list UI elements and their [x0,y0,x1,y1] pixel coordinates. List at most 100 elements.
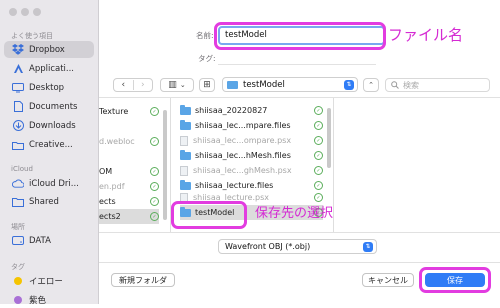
sidebar-item-data-drive[interactable]: DATA [4,232,94,249]
sidebar-item-label: Applicati... [29,63,75,74]
document-icon [180,135,188,146]
item-name: ects [99,197,116,206]
forward-button[interactable]: › [134,80,153,90]
sidebar-item-dropbox[interactable]: Dropbox [4,41,94,58]
sync-check-icon: ✓ [150,167,159,176]
folder-icon [180,104,191,115]
sync-check-icon: ✓ [150,182,159,191]
footer-divider [99,262,500,263]
desktop-icon [12,82,24,94]
sidebar-item-label: イエロー [29,276,63,287]
document-icon [12,101,24,113]
group-button[interactable]: ⊞ [199,78,215,92]
sync-check-icon: ✓ [150,212,159,221]
sidebar-section-favorites: よく使う項目 [11,32,53,40]
sidebar-item-label: Downloads [29,120,76,131]
new-folder-button[interactable]: 新規フォルダ [111,273,175,287]
sidebar-item-creative-cloud[interactable]: Creative... [4,136,94,153]
sidebar-item-applications[interactable]: Applicati... [4,60,94,77]
column-1-scrollbar[interactable] [163,110,167,220]
column-1: Texture ✓ d.webloc ✓ OM ✓ en.pdf ✓ ects ✓ ect… [99,104,159,224]
list-item[interactable]: OM ✓ [99,164,159,179]
list-item[interactable]: shiisaa_lec...mpare.files ✓ [180,118,323,133]
list-item[interactable]: shiisaa_lecture.files ✓ [180,178,323,193]
search-field[interactable]: 検索 [385,78,490,92]
close-window-button[interactable] [9,8,17,16]
sync-check-icon: ✓ [314,106,323,115]
updown-chevron-icon: ⇅ [363,241,373,252]
list-item[interactable]: en.pdf ✓ [99,179,159,194]
shared-folder-icon [12,196,24,208]
sidebar-item-tag-yellow[interactable]: イエロー [4,272,94,289]
sidebar-item-shared[interactable]: Shared [4,193,94,210]
updown-chevron-icon: ⇅ [344,79,354,90]
back-forward-buttons: ‹ › [113,78,153,92]
item-name: d.webloc [99,137,135,146]
save-as-label: 名前: [196,31,214,40]
list-item[interactable]: d.webloc ✓ [99,134,159,149]
format-label: Wavefront OBJ (*.obj) [225,242,311,251]
list-item[interactable]: shiisaa_20220827 ✓ [180,103,323,118]
back-button[interactable]: ‹ [114,80,134,90]
item-name: shiisaa_lec...ompare.psx [193,136,292,145]
tags-input[interactable] [218,51,376,65]
sidebar-item-desktop[interactable]: Desktop [4,79,94,96]
column-2-scrollbar[interactable] [327,108,331,168]
sidebar: よく使う項目 Dropbox Applicati... Desktop Docu… [0,0,99,306]
chevron-down-icon: ⌄ [179,81,186,89]
sidebar-item-label: DATA [29,235,51,246]
sidebar-item-label: Creative... [29,139,73,150]
tags-label: タグ: [198,54,216,63]
sidebar-item-icloud-drive[interactable]: iCloud Dri... [4,175,94,192]
sync-check-icon: ✓ [314,166,323,175]
downloads-icon [12,120,24,132]
list-item[interactable]: shiisaa_lec...ghMesh.psx ✓ [180,163,323,178]
folder-icon [180,179,191,190]
sidebar-item-label: Desktop [29,82,65,93]
sidebar-item-label: Shared [29,196,59,207]
list-item[interactable]: ects ✓ [99,194,159,209]
sync-check-icon: ✓ [150,197,159,206]
list-item[interactable]: Texture ✓ [99,104,159,119]
document-icon [180,165,188,176]
sidebar-item-downloads[interactable]: Downloads [4,117,94,134]
folder-icon [227,80,238,89]
sidebar-section-locations: 場所 [11,223,25,231]
search-icon [391,81,399,89]
creative-cloud-icon [12,139,24,151]
file-name-highlight-box [214,22,386,50]
file-name-annotation: ファイル名 [388,26,464,44]
sync-check-icon: ✓ [314,121,323,130]
item-name: OM [99,167,113,176]
item-name: shiisaa_lec...hMesh.files [195,151,291,160]
sidebar-item-tag-purple[interactable]: 紫色 [4,291,94,308]
format-divider [99,232,500,233]
column-view-icon: ▥ [168,80,177,90]
item-name: shiisaa_lec...mpare.files [195,121,291,130]
sidebar-item-label: iCloud Dri... [29,178,79,189]
location-popup[interactable]: testModel ⇅ [222,77,358,92]
item-name: shiisaa_lecture.files [195,181,274,190]
list-item-selected[interactable]: ects2 ✓ [99,209,159,224]
folder-icon [180,119,191,130]
cancel-button[interactable]: キャンセル [362,273,414,287]
search-placeholder: 検索 [403,80,419,90]
sync-check-icon: ✓ [314,181,323,190]
sidebar-item-label: Documents [29,101,78,112]
view-mode-button[interactable]: ▥ ⌄ [160,78,194,92]
list-item[interactable]: shiisaa_lec...ompare.psx ✓ [180,133,323,148]
sync-check-icon: ✓ [150,107,159,116]
minimize-window-button[interactable] [21,8,29,16]
format-popup[interactable]: Wavefront OBJ (*.obj) ⇅ [218,239,377,254]
sidebar-section-icloud: iCloud [11,165,33,173]
list-item[interactable]: shiisaa_lec...hMesh.files ✓ [180,148,323,163]
sidebar-item-documents[interactable]: Documents [4,98,94,115]
chevron-up-icon: ⌃ [368,81,374,89]
zoom-window-button[interactable] [33,8,41,16]
expand-button[interactable]: ⌃ [363,78,379,92]
grid-icon: ⊞ [203,80,211,90]
item-name: ects2 [99,212,121,221]
column-divider [333,98,334,232]
save-location-annotation: 保存先の選択 [255,206,334,221]
save-button-highlight-box [419,267,491,293]
